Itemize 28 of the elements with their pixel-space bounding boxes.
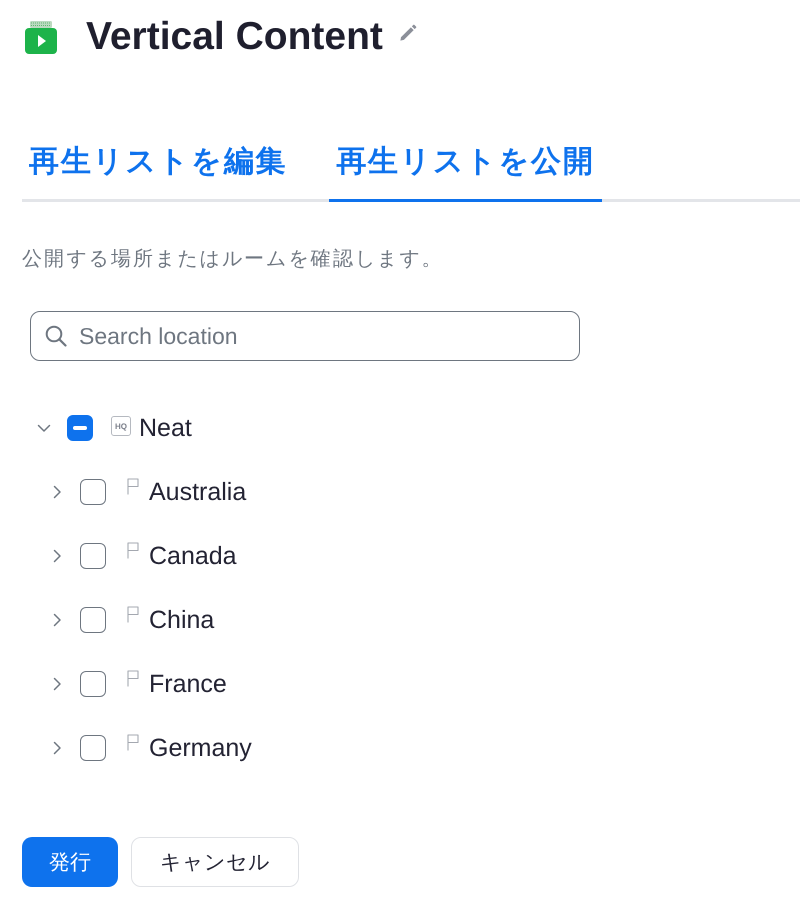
location-label: Germany [149,734,252,762]
checkbox[interactable] [67,415,93,441]
description-text: 公開する場所またはルームを確認します。 [22,245,444,271]
flag-icon [127,670,139,687]
flag-icon [127,542,139,559]
location-label: China [149,606,214,634]
page-title: Vertical Content [86,16,383,58]
headquarters-badge: HQ [111,416,131,436]
flag-icon [127,606,139,623]
publish-button[interactable]: 発行 [22,837,118,887]
checkbox[interactable] [80,671,106,697]
location-label: Australia [149,478,246,506]
location-label: France [149,670,227,698]
search-field[interactable]: Search location [30,311,580,361]
checkbox[interactable] [80,543,106,569]
tab[interactable]: 再生リストを編集 [22,143,294,202]
search-icon [45,325,67,347]
flag-icon [127,478,139,495]
location-label: Neat [139,414,192,442]
location-label: Canada [149,542,237,570]
checkbox[interactable] [80,607,106,633]
play-tile-icon [25,20,57,54]
tab[interactable]: 再生リストを公開 [329,143,602,202]
cancel-button[interactable]: キャンセル [131,837,299,887]
checkbox[interactable] [80,479,106,505]
flag-icon [127,734,139,751]
pencil-icon[interactable] [398,24,417,42]
checkbox[interactable] [80,735,106,761]
